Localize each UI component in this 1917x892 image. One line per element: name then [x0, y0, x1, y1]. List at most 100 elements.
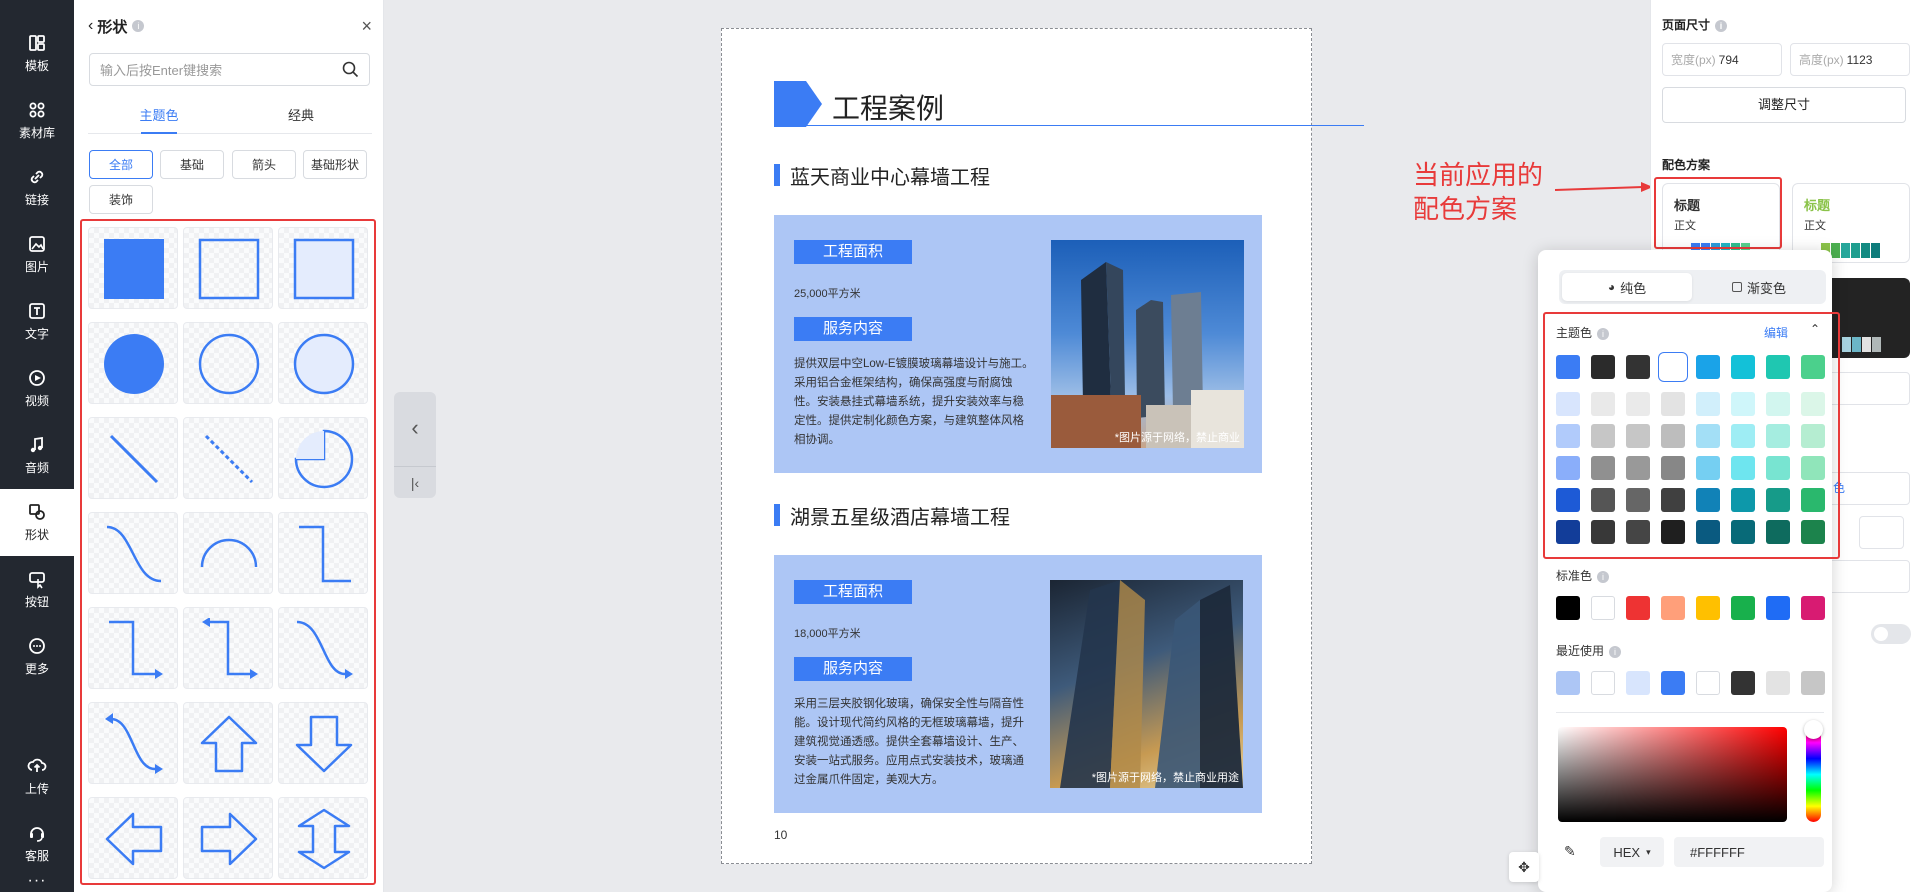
toggle-switch[interactable] [1871, 624, 1911, 644]
annotation-line-2: 配色方案 [1413, 194, 1518, 224]
shape-item[interactable] [278, 797, 368, 879]
nav-item-link[interactable]: 链接 [0, 154, 74, 221]
shape-item[interactable] [88, 607, 178, 689]
shape-item[interactable] [278, 322, 368, 404]
color-swatch[interactable] [1556, 596, 1580, 620]
shape-item[interactable] [183, 702, 273, 784]
color-format-select[interactable]: HEX ▾ [1600, 837, 1664, 867]
shape-item[interactable] [278, 607, 368, 689]
shape-item[interactable] [183, 607, 273, 689]
color-swatch[interactable] [1591, 596, 1615, 620]
color-swatch[interactable] [1661, 671, 1685, 695]
color-swatch[interactable] [1591, 671, 1615, 695]
nav-item-image[interactable]: 图片 [0, 221, 74, 288]
project-photo[interactable]: *图片源于网络，禁止商业 [1051, 240, 1244, 448]
color-swatch[interactable] [1731, 671, 1755, 695]
solid-color-tab[interactable]: ◕ 纯色 [1562, 273, 1692, 301]
saturation-picker[interactable] [1558, 727, 1787, 822]
eyedropper-icon[interactable]: ✎ [1564, 843, 1576, 860]
color-swatch[interactable] [1626, 596, 1650, 620]
hex-value-input[interactable]: #FFFFFF [1674, 837, 1824, 867]
shape-item[interactable] [88, 227, 178, 309]
shape-item[interactable] [183, 417, 273, 499]
color-swatch[interactable] [1731, 596, 1755, 620]
color-swatch[interactable] [1766, 596, 1790, 620]
page-width-input[interactable]: 宽度(px) 794 [1662, 43, 1782, 76]
color-swatch[interactable] [1696, 596, 1720, 620]
shape-item[interactable] [88, 512, 178, 594]
collapse-chevron-icon[interactable]: ‹ [394, 392, 436, 464]
document-page[interactable]: 工程案例 蓝天商业中心幕墙工程 工程面积 25,000平方米 服务内容 提供双层… [721, 28, 1364, 864]
shape-item[interactable] [278, 702, 368, 784]
color-swatch[interactable] [1556, 671, 1580, 695]
color-swatch[interactable] [1801, 671, 1825, 695]
search-icon[interactable] [342, 61, 359, 78]
outline-square-icon [198, 238, 260, 300]
service-description: 提供双层中空Low-E镀膜玻璃幕墙设计与施工。采用铝合金框架结构，确保高强度与耐… [794, 358, 1034, 446]
shape-item[interactable] [88, 797, 178, 879]
shape-item[interactable] [183, 797, 273, 879]
nav-item-material-library[interactable]: 素材库 [0, 87, 74, 154]
dashed-diagonal-line-icon [204, 434, 254, 484]
shape-item[interactable] [88, 322, 178, 404]
nav-item-more[interactable]: 更多 [0, 623, 74, 690]
nav-item-customer-service[interactable]: 客服 [0, 810, 74, 877]
shape-item[interactable] [183, 227, 273, 309]
filter-basic-shape[interactable]: 基础形状 [303, 150, 367, 179]
color-box[interactable] [1859, 516, 1904, 549]
info-icon[interactable]: i [1609, 646, 1622, 658]
filter-decoration[interactable]: 装饰 [89, 185, 153, 214]
project-card[interactable]: 工程面积 25,000平方米 服务内容 提供双层中空Low-E镀膜玻璃幕墙设计与… [774, 215, 1262, 473]
nav-item-label: 按钮 [24, 595, 49, 609]
page-number: 10 [774, 828, 788, 842]
nav-item-label: 视频 [24, 394, 49, 408]
shape-item[interactable] [278, 227, 368, 309]
color-picker-popup: ◕ 纯色 渐变色 主题色 i 编辑 ⌃ 标准色 i 最近使用 i ✎ HEX ▾ #FF… [1538, 250, 1840, 892]
material-library-icon [29, 102, 45, 118]
chevron-down-icon: ▾ [1646, 846, 1651, 857]
project-card[interactable]: 工程面积 18,000平方米 服务内容 采用三层夹胶钢化玻璃，确保安全性与隔音性… [774, 555, 1262, 813]
shape-item[interactable] [183, 322, 273, 404]
nav-item-video[interactable]: 视频 [0, 355, 74, 422]
tab-classic[interactable]: 经典 [230, 104, 372, 133]
hue-slider[interactable] [1806, 727, 1821, 822]
nav-item-button[interactable]: 按钮 [0, 556, 74, 623]
info-icon[interactable]: i [1715, 20, 1728, 32]
page-height-input[interactable]: 高度(px) 1123 [1790, 43, 1910, 76]
close-icon[interactable]: × [361, 16, 372, 37]
color-swatch[interactable] [1661, 596, 1685, 620]
filter-basic[interactable]: 基础 [160, 150, 224, 179]
shape-item[interactable] [88, 702, 178, 784]
nav-item-audio[interactable]: 音频 [0, 422, 74, 489]
filter-all[interactable]: 全部 [89, 150, 153, 179]
float-tool-icon[interactable]: ✥ [1509, 852, 1539, 882]
nav-item-text[interactable]: 文字 [0, 288, 74, 355]
pie-shape-icon [294, 429, 354, 489]
info-icon[interactable]: i [132, 20, 145, 32]
color-swatch[interactable] [1801, 596, 1825, 620]
tab-theme-color[interactable]: 主题色 [88, 104, 230, 134]
nav-item-shape[interactable]: 形状 [0, 489, 74, 556]
annotation-text: 当前应用的 配色方案 [1413, 158, 1543, 226]
filter-arrow[interactable]: 箭头 [232, 150, 296, 179]
curved-double-arrow-icon [105, 713, 163, 774]
hue-slider-handle[interactable] [1804, 720, 1823, 739]
project-photo[interactable]: *图片源于网络，禁止商业用途 [1050, 580, 1243, 788]
shape-item[interactable] [278, 417, 368, 499]
nav-item-upload[interactable]: 上传 [0, 743, 74, 810]
collapse-first-icon[interactable]: |‹ [394, 466, 436, 498]
resize-button[interactable]: 调整尺寸 [1662, 87, 1906, 123]
shape-item[interactable] [88, 417, 178, 499]
info-icon[interactable]: i [1597, 571, 1610, 583]
shape-search-input[interactable]: 输入后按Enter键搜索 [89, 53, 370, 86]
color-swatch[interactable] [1626, 671, 1650, 695]
gradient-color-tab[interactable]: 渐变色 [1694, 273, 1824, 301]
color-swatch[interactable] [1696, 671, 1720, 695]
nav-item-template[interactable]: 模板 [0, 20, 74, 87]
shape-item[interactable] [183, 512, 273, 594]
diagonal-line-icon [109, 434, 159, 484]
color-swatch[interactable] [1766, 671, 1790, 695]
back-chevron-icon[interactable]: ‹ [88, 17, 93, 35]
shape-item[interactable] [278, 512, 368, 594]
more-dots-icon[interactable]: ··· [0, 872, 74, 890]
